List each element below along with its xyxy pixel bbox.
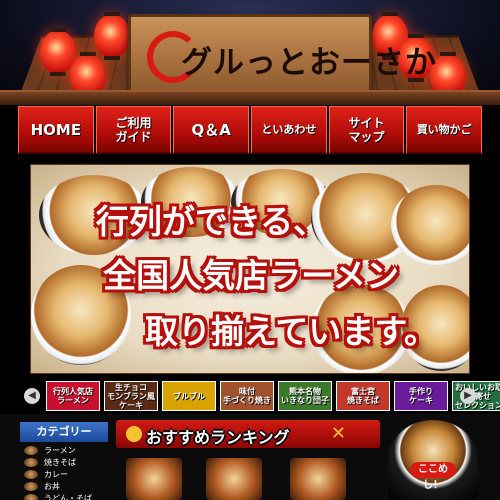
- carousel-item-label: ブルブル: [173, 391, 205, 401]
- nav-cart[interactable]: 買い物かご: [406, 106, 483, 154]
- carousel-item[interactable]: 生チョコ モンブラン風ケーキ: [104, 381, 158, 411]
- carousel-item-label: 手作り: [409, 387, 433, 396]
- star-icon: [126, 426, 142, 442]
- carousel-item[interactable]: 行列人気店 ラーメン: [46, 381, 100, 411]
- ranking-item-image[interactable]: [126, 458, 182, 500]
- carousel-item-label: 生チョコ: [115, 382, 147, 392]
- carousel-item[interactable]: 富士宮 焼きそば: [336, 381, 390, 411]
- carousel-item-label: 熊本名物: [289, 387, 321, 396]
- food-bowl-icon: [24, 493, 38, 500]
- sidebar-category-list: ラーメン焼きそばカレーお丼うどん・そば: [24, 444, 92, 500]
- carousel-item[interactable]: 味付 手づくり焼き: [220, 381, 274, 411]
- carousel-item-sublabel: 手づくり焼き: [223, 396, 271, 405]
- sidebar-heading: カテゴリー: [20, 422, 108, 442]
- carousel-next-icon[interactable]: ▶: [460, 388, 476, 404]
- hero-headline-2: 全国人気店ラーメン: [103, 256, 399, 295]
- nav-label: 買い物かご: [416, 122, 472, 136]
- carousel-item-sublabel: セレクション: [455, 400, 500, 410]
- nav-sitemap[interactable]: サイト マップ: [328, 106, 405, 154]
- nav-home[interactable]: HOME: [18, 106, 94, 154]
- promo-badge[interactable]: ここめし！: [410, 462, 456, 491]
- sidebar-category-label: 焼きそば: [44, 457, 76, 467]
- site-logo[interactable]: グルっとおーさか: [128, 14, 436, 96]
- carousel-item[interactable]: 手作り ケーキ: [394, 381, 448, 411]
- nav-qa[interactable]: Q＆A: [173, 106, 250, 154]
- food-bowl-icon: [24, 481, 38, 491]
- carousel-item-sublabel: 焼きそば: [347, 396, 379, 405]
- sidebar-category-label: お丼: [44, 481, 60, 491]
- nav-contact[interactable]: といあわせ: [251, 106, 327, 154]
- ranking-title: おすすめランキング: [146, 428, 290, 447]
- nav-guide[interactable]: ご利用 ガイド: [95, 106, 172, 154]
- nav-label: サイト: [348, 115, 385, 130]
- ranking-item-image[interactable]: [206, 458, 262, 500]
- carousel-item-sublabel: モンブラン風ケーキ: [107, 391, 155, 410]
- sidebar-category-label: うどん・そば: [44, 493, 92, 500]
- carousel-items: 行列人気店 ラーメン 生チョコ モンブラン風ケーキ ブルブル 味付 手づくり焼き 熊本名物 いき…: [46, 381, 500, 411]
- sidebar-category-item[interactable]: 焼きそば: [24, 456, 92, 468]
- carousel-item-sublabel: ラーメン: [57, 396, 89, 405]
- hero-headline-3: 取り揃えています。: [144, 312, 438, 351]
- sidebar-category-item[interactable]: うどん・そば: [24, 492, 92, 500]
- carousel-item-label: 富士宮: [351, 387, 375, 396]
- carousel-item-label: 味付: [239, 387, 255, 396]
- category-carousel: ◀ 行列人気店 ラーメン 生チョコ モンブラン風ケーキ ブルブル 味付 手づくり焼き 熊本名物…: [0, 380, 500, 414]
- food-bowl-icon: [24, 469, 38, 479]
- ranking-heading: おすすめランキング ✕: [116, 420, 380, 448]
- carousel-item-sublabel: ケーキ: [409, 396, 433, 405]
- logo-text: グルっとおーさか: [181, 45, 437, 81]
- hero-banner[interactable]: 行列ができる、 全国人気店ラーメン 取り揃えています。: [30, 164, 470, 374]
- chopsticks-icon: ✕: [330, 423, 346, 444]
- hero-headline-1: 行列ができる、: [95, 202, 327, 241]
- nav-label: Q＆A: [191, 120, 231, 139]
- nav-label: HOME: [30, 120, 82, 139]
- carousel-item[interactable]: 熊本名物 いきなり団子: [278, 381, 332, 411]
- carousel-item-sublabel: いきなり団子: [281, 396, 329, 405]
- site-header: グルっとおーさか: [0, 0, 500, 105]
- sidebar-category-label: ラーメン: [44, 445, 76, 455]
- sidebar-category-item[interactable]: カレー: [24, 468, 92, 480]
- carousel-item-label: 行列人気店: [53, 387, 93, 396]
- nav-label: といあわせ: [261, 122, 317, 136]
- main-nav: HOME ご利用 ガイド Q＆A といあわせ サイト マップ 買い物かご: [18, 106, 483, 154]
- nav-label: ご利用: [115, 115, 152, 130]
- food-bowl-icon: [24, 445, 38, 455]
- eaves-decoration: [0, 90, 500, 105]
- ranking-item-image[interactable]: [290, 458, 346, 500]
- food-bowl-icon: [24, 457, 38, 467]
- carousel-prev-icon[interactable]: ◀: [24, 388, 40, 404]
- carousel-item[interactable]: ブルブル: [162, 381, 216, 411]
- sidebar-category-item[interactable]: お丼: [24, 480, 92, 492]
- sidebar-category-item[interactable]: ラーメン: [24, 444, 92, 456]
- lantern-icon: [94, 12, 130, 60]
- sidebar-category-label: カレー: [44, 469, 68, 479]
